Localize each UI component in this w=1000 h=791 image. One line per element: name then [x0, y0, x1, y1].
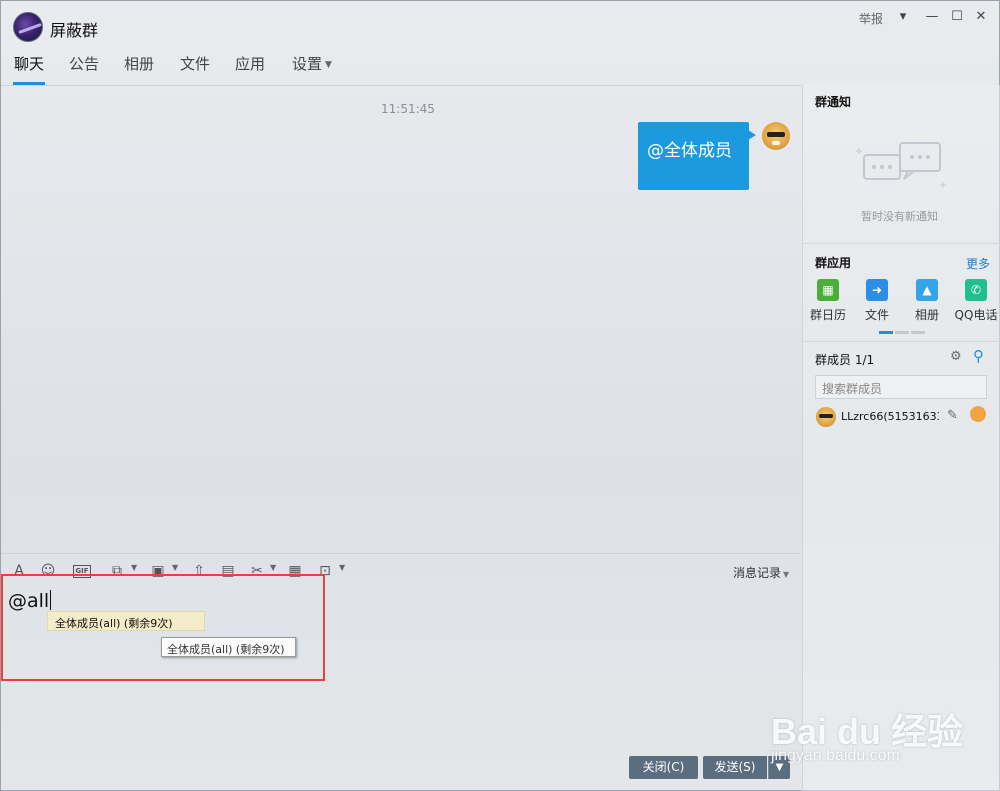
- divider: [1, 553, 801, 554]
- group-owner-icon: [970, 406, 986, 422]
- group-name[interactable]: 屏蔽群: [50, 17, 98, 41]
- report-link[interactable]: 举报: [859, 10, 883, 27]
- tab-files[interactable]: 文件: [180, 53, 210, 85]
- pager-dot[interactable]: [911, 331, 925, 334]
- calendar-icon[interactable]: ▦: [817, 279, 839, 301]
- close-icon[interactable]: ✕: [971, 7, 991, 27]
- member-search-input[interactable]: 搜索群成员: [815, 375, 987, 399]
- tab-chat[interactable]: 聊天: [12, 53, 46, 85]
- member-avatar[interactable]: [816, 407, 836, 427]
- divider: [803, 243, 1000, 244]
- chevron-down-icon[interactable]: ▼: [339, 563, 345, 572]
- app-label-calendar[interactable]: 群日历: [803, 306, 853, 323]
- chevron-down-icon[interactable]: ▼: [270, 563, 276, 572]
- tab-album[interactable]: 相册: [124, 53, 154, 85]
- app-label-qq-call[interactable]: QQ电话: [951, 306, 1000, 323]
- app-label-files[interactable]: 文件: [852, 306, 902, 323]
- send-button[interactable]: 发送(S): [703, 756, 767, 779]
- tab-announcement[interactable]: 公告: [69, 53, 99, 85]
- group-avatar[interactable]: [13, 12, 43, 42]
- sender-avatar[interactable]: [762, 122, 790, 150]
- photo-icon[interactable]: ▲: [916, 279, 938, 301]
- dropdown-menu-icon[interactable]: ▾: [893, 7, 913, 27]
- qq-group-chat-window: 屏蔽群 举报 ▾ — ☐ ✕ 聊天 公告 相册 文件 应用 设置 ▼ 11:51:…: [0, 0, 1000, 791]
- notice-title: 群通知: [815, 95, 852, 109]
- folder-upload-icon[interactable]: ➜: [866, 279, 888, 301]
- tab-settings[interactable]: 设置 ▼: [292, 53, 332, 85]
- chevron-down-icon[interactable]: ▼: [172, 563, 178, 572]
- message-text: @全体成员: [647, 141, 732, 161]
- pager-dot-active[interactable]: [879, 331, 893, 334]
- member-settings-icon[interactable]: ⚙: [950, 349, 962, 364]
- maximize-icon[interactable]: ☐: [947, 7, 967, 27]
- search-icon[interactable]: ⚲: [973, 347, 984, 365]
- edit-pencil-icon[interactable]: ✎: [947, 408, 958, 423]
- member-name[interactable]: LLzrc66(5153163358: [841, 410, 939, 423]
- tab-bar: 聊天 公告 相册 文件 应用 设置 ▼: [1, 53, 801, 85]
- phone-icon[interactable]: ✆: [965, 279, 987, 301]
- chevron-down-icon[interactable]: ▼: [131, 563, 137, 572]
- chevron-down-icon: ▼: [325, 60, 332, 70]
- message-history-button[interactable]: 消息记录 ▼: [733, 564, 789, 581]
- divider: [803, 341, 1000, 342]
- message-timestamp: 11:51:45: [381, 102, 435, 116]
- close-button[interactable]: 关闭(C): [629, 756, 698, 779]
- notice-empty-text: 暂时没有新通知: [861, 210, 938, 223]
- apps-title: 群应用: [815, 256, 852, 270]
- watermark-url: jingyan.baidu.com: [771, 747, 900, 764]
- tab-apps[interactable]: 应用: [235, 53, 265, 85]
- members-title: 群成员 1/1: [815, 353, 875, 367]
- annotation-highlight-box: [1, 574, 325, 681]
- chevron-down-icon: ▼: [783, 570, 790, 579]
- baidu-jingyan-watermark: Bai du 经验 jingyan.baidu.com: [769, 681, 989, 771]
- message-bubble[interactable]: @全体成员: [638, 122, 756, 190]
- minimize-icon[interactable]: —: [922, 7, 942, 27]
- chat-history[interactable]: 11:51:45 @全体成员: [1, 86, 801, 553]
- apps-more-link[interactable]: 更多: [966, 255, 990, 272]
- chat-bubbles-illustration-icon: [856, 142, 946, 188]
- pager-dot[interactable]: [895, 331, 909, 334]
- title-bar: 屏蔽群 举报 ▾ — ☐ ✕: [1, 1, 999, 49]
- app-label-album[interactable]: 相册: [902, 306, 952, 323]
